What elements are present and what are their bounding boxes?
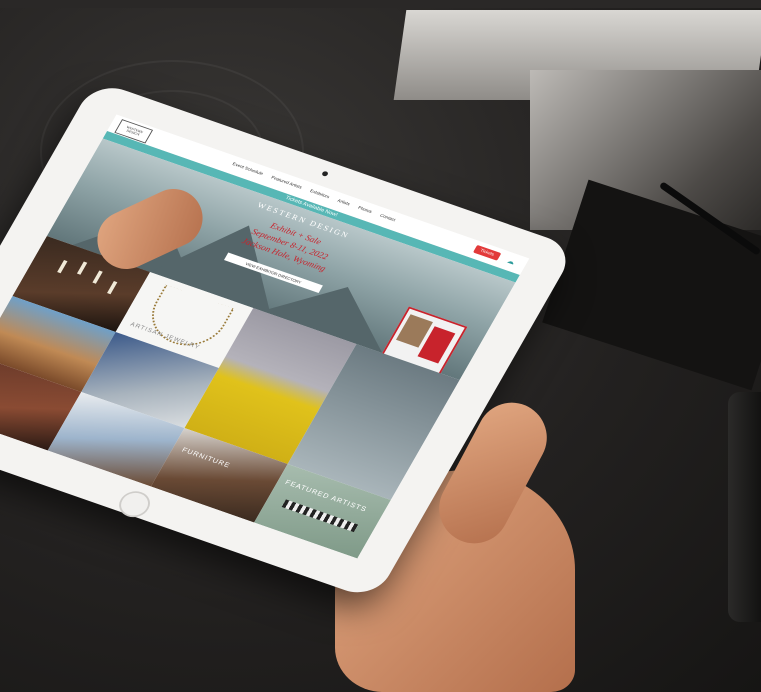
tile-furniture-label: FURNITURE [180,446,232,470]
front-camera [321,170,329,177]
nav-event-schedule[interactable]: Event Schedule [231,162,264,177]
nav-contact[interactable]: Contact [379,213,396,223]
candle [76,261,88,275]
coffee-cup [728,392,761,622]
cart-icon[interactable]: ☁ [506,257,517,266]
candle [107,281,118,295]
home-button[interactable] [113,487,156,521]
nav-artists[interactable]: Artists [336,198,351,207]
tickets-button[interactable]: Tickets [472,244,502,261]
candle [92,270,103,284]
top-frame-bar [0,0,761,8]
nav-exhibitors[interactable]: Exhibitors [309,189,330,200]
candle [57,260,68,274]
nav-featured-artists[interactable]: Featured Artists [270,175,303,190]
nav-photos[interactable]: Photos [357,206,373,215]
photo-scene: WESTERN DESIGN Event Schedule Featured A… [0,0,761,692]
